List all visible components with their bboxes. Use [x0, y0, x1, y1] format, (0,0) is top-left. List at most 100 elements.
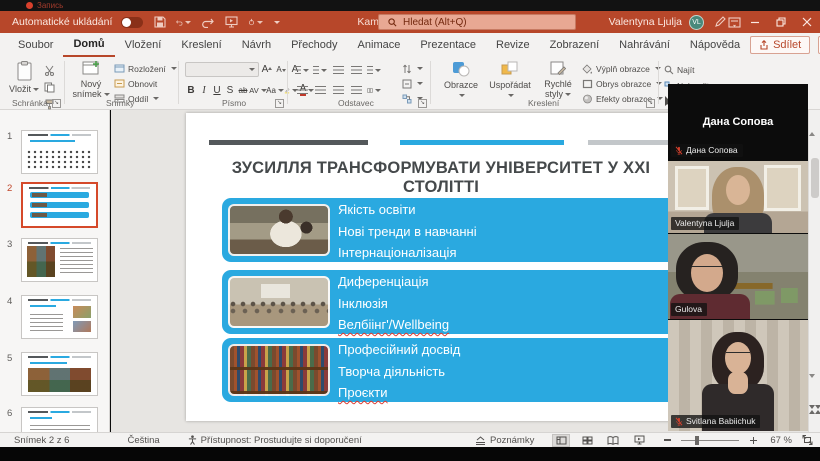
notes-toggle[interactable]: Poznámky — [475, 435, 534, 446]
fit-slide-to-window-button[interactable] — [798, 434, 816, 447]
minimize-button[interactable] — [742, 11, 768, 33]
cut-button[interactable] — [42, 63, 56, 77]
tab-nahravani[interactable]: Nahrávání — [609, 33, 680, 57]
layout-button[interactable]: Rozložení — [114, 62, 177, 75]
shapes-button[interactable]: Obrazce — [440, 61, 482, 101]
line-spacing-button[interactable] — [367, 63, 381, 77]
tab-soubor[interactable]: Soubor — [8, 33, 63, 57]
text-direction-button[interactable] — [402, 62, 423, 75]
user-name[interactable]: Valentyna Ljulja — [609, 16, 682, 28]
close-button[interactable] — [794, 11, 820, 33]
dialog-launcher-paragraph[interactable]: ↘ — [418, 99, 427, 108]
block-item[interactable]: Нові тренди в навчанні — [338, 221, 477, 243]
share-button[interactable]: Sdílet — [750, 36, 810, 54]
restore-button[interactable] — [768, 11, 794, 33]
tab-prezentace[interactable]: Prezentace — [410, 33, 486, 57]
italic-button[interactable]: I — [198, 83, 210, 97]
undo-button[interactable] — [176, 15, 191, 30]
columns-button[interactable] — [367, 83, 381, 97]
tab-domu[interactable]: Domů — [63, 33, 114, 57]
avatar[interactable]: VL — [689, 15, 704, 30]
font-combobox[interactable] — [185, 62, 259, 77]
dialog-launcher-clipboard[interactable]: ↘ — [52, 99, 61, 108]
numbering-button[interactable] — [313, 63, 327, 77]
save-button[interactable] — [152, 15, 167, 30]
justify-button[interactable] — [349, 83, 363, 97]
search-box[interactable]: Hledat (Alt+Q) — [378, 14, 576, 30]
reset-button[interactable]: Obnovit — [114, 77, 177, 90]
autosave-toggle[interactable] — [121, 17, 143, 28]
ribbon-display-options-button[interactable] — [727, 15, 742, 30]
undo-dropdown[interactable] — [185, 21, 191, 24]
view-normal-button[interactable] — [552, 434, 570, 447]
block-item[interactable]: Велбіінг'/Wellbeing — [338, 314, 449, 336]
tab-prechody[interactable]: Přechody — [281, 33, 347, 57]
next-slide-button[interactable] — [809, 409, 820, 427]
character-spacing-button[interactable]: AV — [250, 83, 266, 97]
align-right-button[interactable] — [331, 83, 345, 97]
tab-vlozeni[interactable]: Vložení — [115, 33, 172, 57]
zoom-in-button[interactable] — [744, 434, 762, 447]
text-shadow-button[interactable]: S — [224, 83, 236, 97]
block-item[interactable]: Творча діяльність — [338, 361, 460, 383]
slide-thumbnail-5[interactable] — [21, 352, 98, 396]
shape-fill-button[interactable]: Výplň obrazce — [582, 62, 663, 75]
block-item[interactable]: Професійний досвід — [338, 339, 460, 361]
tab-navrh[interactable]: Návrh — [232, 33, 281, 57]
block-item[interactable]: Інтернаціоналізація — [338, 242, 477, 264]
start-slideshow-button[interactable] — [224, 15, 239, 30]
arrange-button[interactable]: Uspořádat — [486, 61, 534, 101]
tab-revize[interactable]: Revize — [486, 33, 540, 57]
underline-button[interactable]: U — [211, 83, 223, 97]
slide-thumbnail-2[interactable] — [21, 182, 98, 228]
bold-button[interactable]: B — [185, 83, 197, 97]
slide-thumbnail-6[interactable] — [21, 407, 98, 432]
slide-thumbnail-4[interactable] — [21, 295, 98, 339]
decrease-indent-button[interactable] — [331, 63, 345, 77]
zoom-slider[interactable] — [681, 440, 739, 441]
block-item[interactable]: Проєкти — [338, 382, 460, 404]
zoom-level[interactable]: 67 % — [770, 435, 792, 446]
scrollbar-thumb[interactable] — [811, 158, 819, 198]
zoom-slider-thumb[interactable] — [695, 436, 699, 445]
dialog-launcher-drawing[interactable]: ↘ — [646, 99, 655, 108]
pencil-icon[interactable] — [712, 15, 727, 30]
touch-mode-dropdown[interactable] — [257, 21, 263, 24]
change-case-button[interactable]: Aa — [267, 83, 283, 97]
shrink-font-button[interactable]: A — [275, 63, 287, 77]
participant-tile-1[interactable]: Дана Сопова Дана Сопова — [668, 84, 808, 160]
grow-font-button[interactable]: A — [261, 63, 273, 77]
slide-thumbnail-3[interactable] — [21, 238, 98, 282]
align-center-button[interactable] — [313, 83, 327, 97]
find-button[interactable]: Najít — [664, 63, 720, 76]
copy-button[interactable] — [42, 80, 56, 94]
zoom-out-button[interactable] — [658, 434, 676, 447]
view-slide-sorter-button[interactable] — [578, 434, 596, 447]
accessibility-status[interactable]: Přístupnost: Prostudujte si doporučení — [188, 435, 362, 446]
view-slideshow-button[interactable] — [630, 434, 648, 447]
paste-button[interactable]: Vložit — [8, 61, 40, 94]
align-text-button[interactable] — [402, 77, 423, 90]
tab-napoveda[interactable]: Nápověda — [680, 33, 750, 57]
participant-tile-4[interactable]: Svitlana Babiichuk — [668, 320, 808, 431]
align-left-button[interactable] — [295, 83, 309, 97]
dialog-launcher-font[interactable]: ↘ — [275, 99, 284, 108]
redo-button[interactable] — [200, 15, 215, 30]
tab-zobrazeni[interactable]: Zobrazení — [540, 33, 610, 57]
quick-styles-button[interactable]: Rychlé styly — [538, 61, 578, 100]
bullets-button[interactable] — [295, 63, 309, 77]
block-item[interactable]: Диференціація — [338, 271, 449, 293]
participant-tile-2[interactable]: Valentyna Ljulja — [668, 161, 808, 233]
new-slide-button[interactable]: Nový snímek — [72, 60, 110, 100]
slide-thumbnail-1[interactable] — [21, 130, 98, 174]
shape-outline-button[interactable]: Obrys obrazce — [582, 77, 663, 90]
tab-kresleni[interactable]: Kreslení — [171, 33, 231, 57]
view-reading-button[interactable] — [604, 434, 622, 447]
slide-title[interactable]: ЗУСИЛЛЯ ТРАНСФОРМУВАТИ УНІВЕРСИТЕТ У XXI… — [201, 159, 681, 197]
scrollbar-up-button[interactable] — [809, 110, 820, 133]
block-item[interactable]: Якість освіти — [338, 199, 477, 221]
touch-mouse-mode-button[interactable] — [248, 15, 263, 30]
tab-animace[interactable]: Animace — [348, 33, 411, 57]
language-status[interactable]: Čeština — [127, 435, 159, 446]
increase-indent-button[interactable] — [349, 63, 363, 77]
